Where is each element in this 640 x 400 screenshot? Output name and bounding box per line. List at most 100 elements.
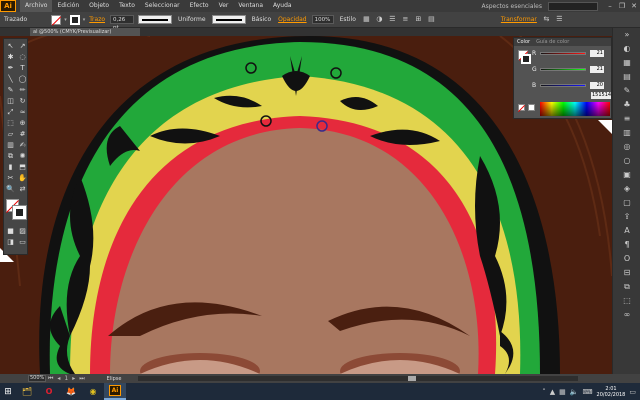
- align-center-icon[interactable]: ≡: [401, 15, 410, 24]
- color-guide-icon[interactable]: ▦: [613, 56, 640, 70]
- stroke-profile-preview[interactable]: [138, 15, 173, 24]
- ellipse-tool-icon[interactable]: ◯: [17, 74, 28, 84]
- symbols-icon[interactable]: ♣: [613, 98, 640, 112]
- perspective-icon[interactable]: ▱: [5, 129, 16, 139]
- menu-archivo[interactable]: Archivo: [20, 0, 53, 12]
- mesh-tool-icon[interactable]: #: [17, 129, 28, 139]
- warp-tool-icon[interactable]: ≈: [17, 107, 28, 117]
- hand-tool-icon[interactable]: ✋: [17, 173, 28, 183]
- line-tool-icon[interactable]: ╲: [5, 74, 16, 84]
- search-input[interactable]: [548, 1, 598, 11]
- white-swatch[interactable]: [528, 104, 535, 111]
- brushes-icon[interactable]: ✎: [613, 84, 640, 98]
- menu-seleccionar[interactable]: Seleccionar: [140, 0, 185, 12]
- antivirus-icon[interactable]: ▲: [550, 388, 555, 396]
- red-slider[interactable]: [540, 51, 586, 55]
- pathfinder-icon[interactable]: ⧉: [613, 280, 640, 294]
- stroke-color-box[interactable]: [12, 205, 27, 220]
- workspace-switcher[interactable]: Aspectos esenciales: [475, 3, 548, 10]
- slice-tool-icon[interactable]: ✂: [5, 173, 16, 183]
- none-swatch[interactable]: [518, 104, 525, 111]
- align-panel-icon[interactable]: ⊟: [613, 266, 640, 280]
- artboard-tool-icon[interactable]: ⬒: [17, 162, 28, 172]
- transform-label[interactable]: Transformar: [498, 16, 540, 23]
- expand-panels-icon[interactable]: »: [613, 28, 640, 42]
- stroke-label[interactable]: Trazo: [86, 16, 108, 23]
- next-artboard-icon[interactable]: ▸: [70, 375, 77, 382]
- maximize-button[interactable]: ❐: [616, 0, 628, 12]
- menu-ver[interactable]: Ver: [214, 0, 234, 12]
- stroke-profile-label[interactable]: Uniforme: [174, 16, 210, 23]
- blend-tool-icon[interactable]: ⧉: [5, 151, 16, 161]
- tab-color[interactable]: Color: [517, 39, 530, 45]
- opentype-icon[interactable]: O: [613, 252, 640, 266]
- recolor-icon[interactable]: ◑: [375, 15, 384, 24]
- chevron-down-icon[interactable]: ▾: [63, 17, 68, 23]
- clock[interactable]: 2:01 20/02/2018: [597, 386, 626, 398]
- stroke-panel-icon[interactable]: ≡: [613, 112, 640, 126]
- appearance-icon[interactable]: ○: [613, 154, 640, 168]
- menu-ventana[interactable]: Ventana: [233, 0, 268, 12]
- asset-export-icon[interactable]: ⇪: [613, 210, 640, 224]
- style-icon[interactable]: ▦: [362, 15, 371, 24]
- distribute-icon[interactable]: ⊞: [414, 15, 423, 24]
- document-tab[interactable]: al @500% (CMYK/Previsualizar): [30, 28, 140, 36]
- zoom-tool-icon[interactable]: 🔍: [5, 184, 16, 194]
- align-icon[interactable]: ☰: [388, 15, 397, 24]
- scale-tool-icon[interactable]: ⤢: [5, 107, 16, 117]
- taskbar-illustrator[interactable]: Ai: [104, 383, 126, 400]
- minimize-button[interactable]: –: [604, 0, 616, 12]
- green-value-field[interactable]: 21: [590, 65, 604, 73]
- brush-tool-icon[interactable]: ✎: [5, 85, 16, 95]
- color-panel-icon[interactable]: ◐: [613, 42, 640, 56]
- eyedropper-icon[interactable]: ✍: [17, 140, 28, 150]
- tab-color-guide[interactable]: Guía de color: [536, 39, 569, 45]
- chevron-up-icon[interactable]: ˄: [542, 388, 546, 396]
- magic-wand-icon[interactable]: ✱: [5, 52, 16, 62]
- first-artboard-icon[interactable]: ⏮: [46, 375, 55, 383]
- fill-swatch[interactable]: [51, 14, 62, 25]
- taskbar-opera[interactable]: O: [38, 383, 60, 400]
- taskbar-firefox[interactable]: 🦊: [60, 383, 82, 400]
- last-artboard-icon[interactable]: ⏭: [77, 375, 86, 383]
- menu-objeto[interactable]: Objeto: [84, 0, 114, 12]
- opacity-field[interactable]: 100%: [311, 15, 334, 24]
- menu-efecto[interactable]: Efecto: [185, 0, 214, 12]
- stroke-swatch[interactable]: [69, 14, 80, 25]
- grid-icon[interactable]: ▤: [427, 15, 436, 24]
- type-tool-icon[interactable]: T: [17, 63, 28, 73]
- red-value-field[interactable]: 21: [590, 49, 604, 57]
- free-transform-icon[interactable]: ⬚: [5, 118, 16, 128]
- network-icon[interactable]: ▦: [559, 388, 566, 396]
- close-button[interactable]: ✕: [628, 0, 640, 12]
- transform-panel-icon[interactable]: ⬚: [613, 294, 640, 308]
- horizontal-scrollbar[interactable]: [138, 376, 578, 381]
- selection-tool-icon[interactable]: ↖: [5, 41, 16, 51]
- gradient-panel-icon[interactable]: ▥: [613, 126, 640, 140]
- artboards-icon[interactable]: ▢: [613, 196, 640, 210]
- direct-selection-tool-icon[interactable]: ↗: [17, 41, 28, 51]
- panel-stroke-swatch[interactable]: [521, 54, 531, 64]
- graph-tool-icon[interactable]: ▮: [5, 162, 16, 172]
- transparency-icon[interactable]: ◎: [613, 140, 640, 154]
- start-button[interactable]: ⊞: [0, 383, 16, 400]
- blue-slider[interactable]: [540, 83, 586, 87]
- graphic-styles-icon[interactable]: ▣: [613, 168, 640, 182]
- paragraph-icon[interactable]: ¶: [613, 238, 640, 252]
- swap-icon[interactable]: ⇄: [17, 184, 28, 194]
- menu-edicion[interactable]: Edición: [52, 0, 84, 12]
- menu-texto[interactable]: Texto: [114, 0, 140, 12]
- brush-label[interactable]: Básico: [248, 16, 276, 23]
- character-icon[interactable]: A: [613, 224, 640, 238]
- hex-value-field[interactable]: 151514: [591, 92, 611, 99]
- notifications-icon[interactable]: ▭: [629, 388, 636, 396]
- blue-value-field[interactable]: 20: [590, 81, 604, 89]
- lasso-icon[interactable]: ◌: [17, 52, 28, 62]
- flip-icon[interactable]: ⇆: [542, 15, 551, 24]
- draw-mode-icon[interactable]: ◨: [5, 237, 16, 247]
- layers-icon[interactable]: ◈: [613, 182, 640, 196]
- taskbar-chrome[interactable]: ◉: [82, 383, 104, 400]
- gradient-mode-icon[interactable]: ▨: [17, 226, 28, 236]
- scrollbar-thumb[interactable]: [408, 376, 416, 381]
- swatches-icon[interactable]: ▤: [613, 70, 640, 84]
